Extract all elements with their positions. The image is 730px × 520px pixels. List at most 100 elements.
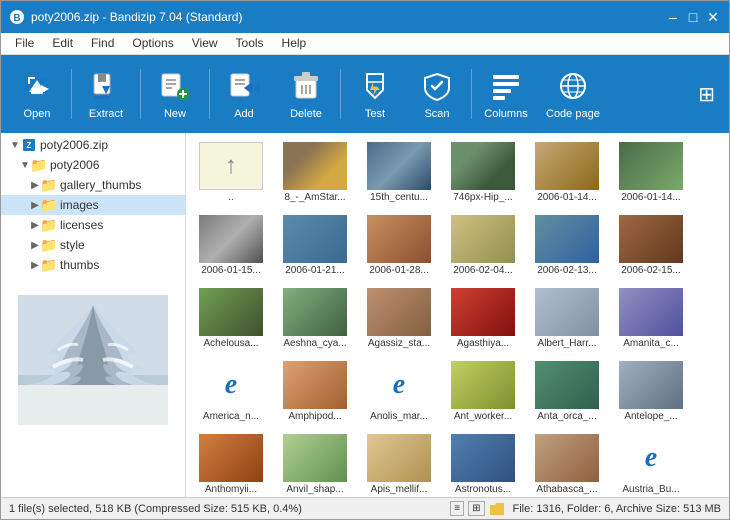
view-list-icon[interactable]: ≡ (450, 501, 464, 516)
preview-image (18, 295, 168, 425)
tree-item-licenses[interactable]: ▶ 📁 licenses (1, 215, 185, 235)
file-item[interactable]: Achelousa... (190, 283, 272, 354)
file-item[interactable]: 2006-01-15... (190, 210, 272, 281)
file-item[interactable]: 746px-Hip_... (442, 137, 524, 208)
menu-tools[interactable]: Tools (228, 35, 272, 52)
file-item[interactable]: 2006-01-21... (274, 210, 356, 281)
file-thumbnail (451, 361, 515, 409)
file-item[interactable]: 2006-01-28... (358, 210, 440, 281)
tree-label-style: style (60, 238, 85, 252)
minimize-button[interactable]: – (665, 9, 681, 25)
view-grid-icon[interactable]: ⊞ (468, 501, 484, 516)
file-item[interactable]: Apis_mellif... (358, 429, 440, 497)
file-item[interactable]: 8_-_AmStar... (274, 137, 356, 208)
file-item[interactable]: Agassiz_sta... (358, 283, 440, 354)
file-item[interactable]: eAustria_Bu... (610, 429, 692, 497)
file-item[interactable]: Albert_Harr... (526, 283, 608, 354)
file-item[interactable]: Astronotus... (442, 429, 524, 497)
file-name: Anta_orca_... (527, 411, 607, 422)
expand-poty2006[interactable]: ▼ (19, 159, 31, 171)
file-item[interactable]: 2006-02-15... (610, 210, 692, 281)
separator-4 (340, 69, 341, 119)
folder-icon: 📁 (31, 157, 47, 173)
file-item[interactable]: eAnolis_mar... (358, 356, 440, 427)
open-button[interactable]: Open (7, 60, 67, 128)
expand-gallery[interactable]: ▶ (29, 179, 41, 191)
tree-item-gallery[interactable]: ▶ 📁 gallery_thumbs (1, 175, 185, 195)
expand-images[interactable]: ▶ (29, 199, 41, 211)
tree-item-style[interactable]: ▶ 📁 style (1, 235, 185, 255)
file-item[interactable]: Aeshna_cya... (274, 283, 356, 354)
file-name: 2006-01-15... (191, 265, 271, 276)
status-right-text: File: 1316, Folder: 6, Archive Size: 513… (513, 503, 722, 515)
new-label: New (164, 108, 186, 120)
file-item[interactable]: Agasthiya... (442, 283, 524, 354)
tree-label-gallery: gallery_thumbs (60, 178, 141, 192)
menu-edit[interactable]: Edit (44, 35, 81, 52)
file-name: Agassiz_sta... (359, 338, 439, 349)
maximize-button[interactable]: □ (685, 9, 701, 25)
file-thumbnail (283, 434, 347, 482)
file-item[interactable]: Athabasca_... (526, 429, 608, 497)
separator-1 (71, 69, 72, 119)
file-thumbnail: ↑ (199, 142, 263, 190)
file-item[interactable]: Antelope_... (610, 356, 692, 427)
file-name: 8_-_AmStar... (275, 192, 355, 203)
menu-view[interactable]: View (184, 35, 226, 52)
file-item[interactable]: 15th_centu... (358, 137, 440, 208)
menu-options[interactable]: Options (124, 35, 181, 52)
preview-area (18, 295, 168, 425)
tree-item-poty2006[interactable]: ▼ 📁 poty2006 (1, 155, 185, 175)
delete-button[interactable]: Delete (276, 60, 336, 128)
view-toggle-button[interactable]: ⊞ (690, 78, 723, 111)
file-thumbnail (283, 215, 347, 263)
file-item[interactable]: Anta_orca_... (526, 356, 608, 427)
expand-thumbs[interactable]: ▶ (29, 259, 41, 271)
file-item[interactable]: Amanita_c... (610, 283, 692, 354)
file-thumbnail: e (619, 434, 683, 482)
scan-button[interactable]: Scan (407, 60, 467, 128)
file-item[interactable]: 2006-02-04... (442, 210, 524, 281)
expand-style[interactable]: ▶ (29, 239, 41, 251)
menu-help[interactable]: Help (274, 35, 315, 52)
columns-button[interactable]: Columns (476, 60, 536, 128)
menu-find[interactable]: Find (83, 35, 122, 52)
columns-icon (488, 68, 524, 104)
tree-item-images[interactable]: ▶ 📁 images (1, 195, 185, 215)
file-thumbnail (283, 288, 347, 336)
file-item[interactable]: ↑.. (190, 137, 272, 208)
file-item[interactable]: Ant_worker... (442, 356, 524, 427)
file-item[interactable]: Anthomyii... (190, 429, 272, 497)
tree-item-thumbs[interactable]: ▶ 📁 thumbs (1, 255, 185, 275)
file-item[interactable]: Anvil_shap... (274, 429, 356, 497)
expand-root[interactable]: ▼ (9, 139, 21, 151)
new-icon (157, 68, 193, 104)
zip-icon: Z (21, 137, 37, 153)
add-button[interactable]: Add (214, 60, 274, 128)
separator-5 (471, 69, 472, 119)
file-item[interactable]: eAmerica_n... (190, 356, 272, 427)
codepage-button[interactable]: Code page (538, 60, 608, 128)
menu-bar: File Edit Find Options View Tools Help (1, 33, 729, 55)
test-icon (357, 68, 393, 104)
tree-item-root[interactable]: ▼ Z poty2006.zip (1, 135, 185, 155)
file-item[interactable]: Amphipod... (274, 356, 356, 427)
app-icon: B (9, 9, 25, 25)
folder-gallery-icon: 📁 (41, 177, 57, 193)
expand-licenses[interactable]: ▶ (29, 219, 41, 231)
file-name: Anthomyii... (191, 484, 271, 495)
file-area: ↑..8_-_AmStar... 15th_centu...746px-Hip_.… (186, 133, 729, 497)
file-name: Anvil_shap... (275, 484, 355, 495)
new-button[interactable]: New (145, 60, 205, 128)
file-item[interactable]: 2006-01-14... (610, 137, 692, 208)
file-item[interactable]: 2006-01-14... (526, 137, 608, 208)
file-name: 2006-01-28... (359, 265, 439, 276)
file-item[interactable]: 2006-02-13... (526, 210, 608, 281)
close-button[interactable]: ✕ (705, 9, 721, 25)
menu-file[interactable]: File (7, 35, 42, 52)
status-icons: ≡ ⊞ (450, 501, 504, 516)
file-name: 15th_centu... (359, 192, 439, 203)
extract-button[interactable]: Extract (76, 60, 136, 128)
file-name: Ant_worker... (443, 411, 523, 422)
test-button[interactable]: Test (345, 60, 405, 128)
